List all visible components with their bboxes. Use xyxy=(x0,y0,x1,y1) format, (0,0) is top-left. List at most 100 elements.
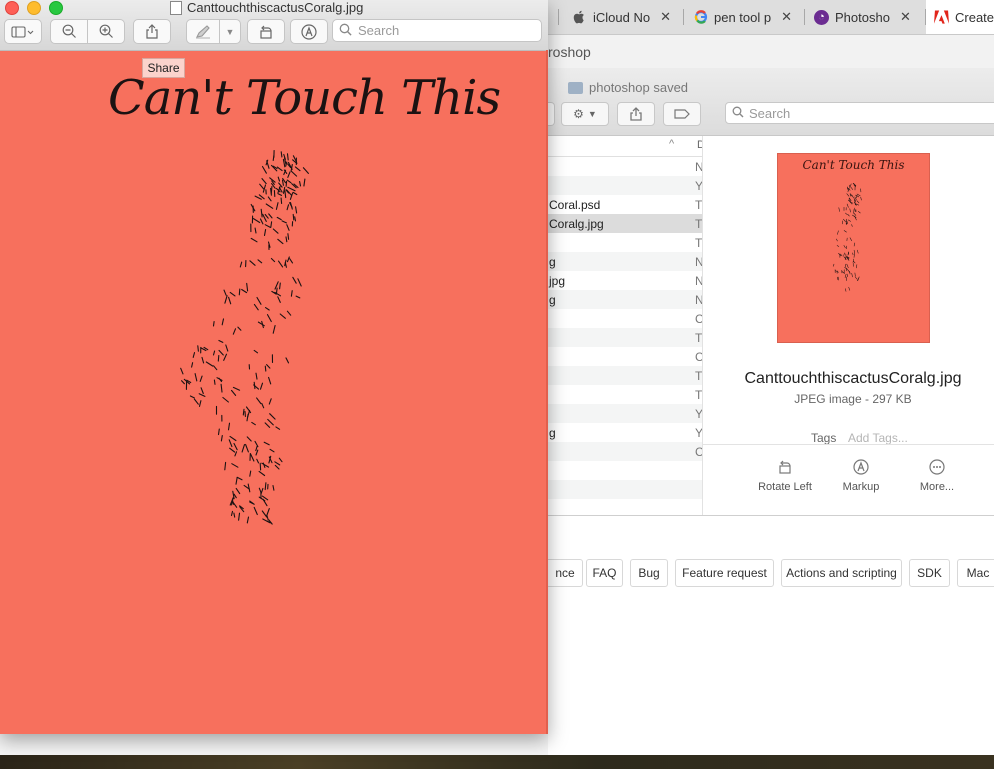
close-icon[interactable]: ✕ xyxy=(900,9,911,25)
cactus-dash xyxy=(243,484,250,490)
cactus-dash xyxy=(239,506,245,513)
cactus-dash xyxy=(289,258,294,264)
page-header: roshop xyxy=(548,35,994,70)
file-row[interactable]: T xyxy=(548,328,703,347)
cactus-dash xyxy=(270,164,278,172)
cactus-dash xyxy=(846,203,849,208)
add-tags-input[interactable]: Add Tags... xyxy=(848,431,908,445)
markup-pen-button[interactable] xyxy=(186,19,220,44)
cactus-dash xyxy=(231,463,239,468)
share-button[interactable] xyxy=(133,19,171,44)
cactus-dash xyxy=(836,238,838,242)
markup-menu-button[interactable]: ▼ xyxy=(219,19,241,44)
close-icon[interactable]: ✕ xyxy=(660,9,671,25)
cactus-dash xyxy=(189,395,195,399)
file-row[interactable]: gN xyxy=(548,252,704,271)
tag-button[interactable]: Feature request xyxy=(675,559,774,587)
cactus-dash xyxy=(274,281,279,290)
cactus-dash xyxy=(289,192,294,200)
cactus-dash xyxy=(266,520,272,524)
tag-button[interactable]: Mac xyxy=(957,559,994,587)
thumbnail-cactus-art xyxy=(832,183,862,292)
cactus-dash xyxy=(267,418,274,426)
cactus-dash xyxy=(212,350,216,356)
adobe-icon xyxy=(934,10,949,25)
file-name: g xyxy=(549,255,556,269)
tag-button[interactable]: Bug xyxy=(630,559,668,587)
file-row[interactable]: C xyxy=(548,347,704,366)
cactus-dash xyxy=(252,218,261,224)
file-row[interactable]: T xyxy=(548,366,703,385)
file-row[interactable] xyxy=(548,461,703,480)
cactus-dash xyxy=(851,224,853,227)
tag-button[interactable]: SDK xyxy=(909,559,950,587)
view-button[interactable] xyxy=(548,102,555,126)
tag-edit-button[interactable] xyxy=(663,102,701,126)
cactus-dash xyxy=(274,461,281,466)
sidebar-toggle-button[interactable] xyxy=(4,19,42,44)
cactus-dash xyxy=(246,282,249,292)
file-row[interactable]: gN xyxy=(548,290,704,309)
zoom-in-button[interactable] xyxy=(87,19,125,44)
cactus-dash xyxy=(235,487,241,495)
share-button[interactable] xyxy=(617,102,655,126)
cactus-dash xyxy=(194,373,198,382)
list-column-header[interactable]: ^ D xyxy=(548,136,705,157)
file-row[interactable]: jpg N xyxy=(548,271,704,290)
action-menu-button[interactable]: ⚙ ▼ xyxy=(561,102,609,126)
file-row[interactable]: N xyxy=(548,157,704,176)
cactus-dash xyxy=(299,180,302,187)
file-row[interactable]: C xyxy=(548,442,704,461)
cactus-dash xyxy=(213,379,216,385)
more-button[interactable]: More... xyxy=(897,459,977,493)
file-row[interactable] xyxy=(548,480,703,499)
tag-button[interactable]: nce xyxy=(548,559,583,587)
cactus-dash xyxy=(843,245,846,249)
preview-search-input[interactable]: Search xyxy=(332,19,542,42)
browser-tab-photoshop[interactable]: ◔ Photosho ✕ xyxy=(814,0,924,34)
finder-search-input[interactable]: Search xyxy=(725,102,994,124)
close-icon[interactable]: ✕ xyxy=(781,9,792,25)
rotate-left-icon xyxy=(745,459,825,479)
page-header-text: roshop xyxy=(548,44,591,60)
cactus-dash xyxy=(253,303,259,311)
tag-button[interactable]: FAQ xyxy=(586,559,623,587)
minimize-window-button[interactable] xyxy=(27,1,41,15)
cactus-dash xyxy=(212,321,215,327)
file-row[interactable]: T xyxy=(548,385,703,404)
tab-label: iCloud No xyxy=(593,9,651,25)
browser-tab-icloud[interactable]: iCloud No ✕ xyxy=(572,0,682,34)
cactus-dash xyxy=(263,441,270,446)
cactus-dash xyxy=(264,224,271,228)
cactus-dash xyxy=(232,501,238,508)
cactus-dash xyxy=(203,346,209,351)
cactus-dash xyxy=(258,194,265,200)
cactus-dash xyxy=(843,218,846,222)
cactus-dash xyxy=(287,233,290,240)
rotate-button[interactable] xyxy=(247,19,285,44)
file-row[interactable]: Coral.psd T xyxy=(548,195,703,214)
file-row[interactable]: C xyxy=(548,309,704,328)
file-row[interactable]: T xyxy=(548,233,703,252)
sort-chevron-icon: ^ xyxy=(669,138,675,150)
markup-toolbar-button[interactable] xyxy=(290,19,328,44)
file-row[interactable]: Y xyxy=(548,176,703,195)
zoom-out-button[interactable] xyxy=(50,19,88,44)
cactus-dash xyxy=(262,213,267,222)
file-row[interactable]: Coralg.jpg T xyxy=(548,214,703,233)
close-window-button[interactable] xyxy=(5,1,19,15)
rotate-left-button[interactable]: Rotate Left xyxy=(745,459,825,493)
file-row[interactable]: gY xyxy=(548,423,703,442)
cactus-dash xyxy=(272,324,276,334)
cactus-dash xyxy=(241,288,248,294)
browser-tab-pen-tool[interactable]: pen tool p ✕ xyxy=(693,0,803,34)
action-label: Rotate Left xyxy=(758,481,812,493)
markup-button[interactable]: Markup xyxy=(821,459,901,493)
folder-name: photoshop saved xyxy=(589,80,689,95)
tag-button[interactable]: Actions and scripting xyxy=(781,559,902,587)
zoom-window-button[interactable] xyxy=(49,1,63,15)
cactus-dash xyxy=(239,505,244,510)
file-row[interactable]: Y xyxy=(548,404,703,423)
browser-tab-create[interactable]: Create xyxy=(926,0,994,34)
cactus-dash xyxy=(287,163,292,169)
